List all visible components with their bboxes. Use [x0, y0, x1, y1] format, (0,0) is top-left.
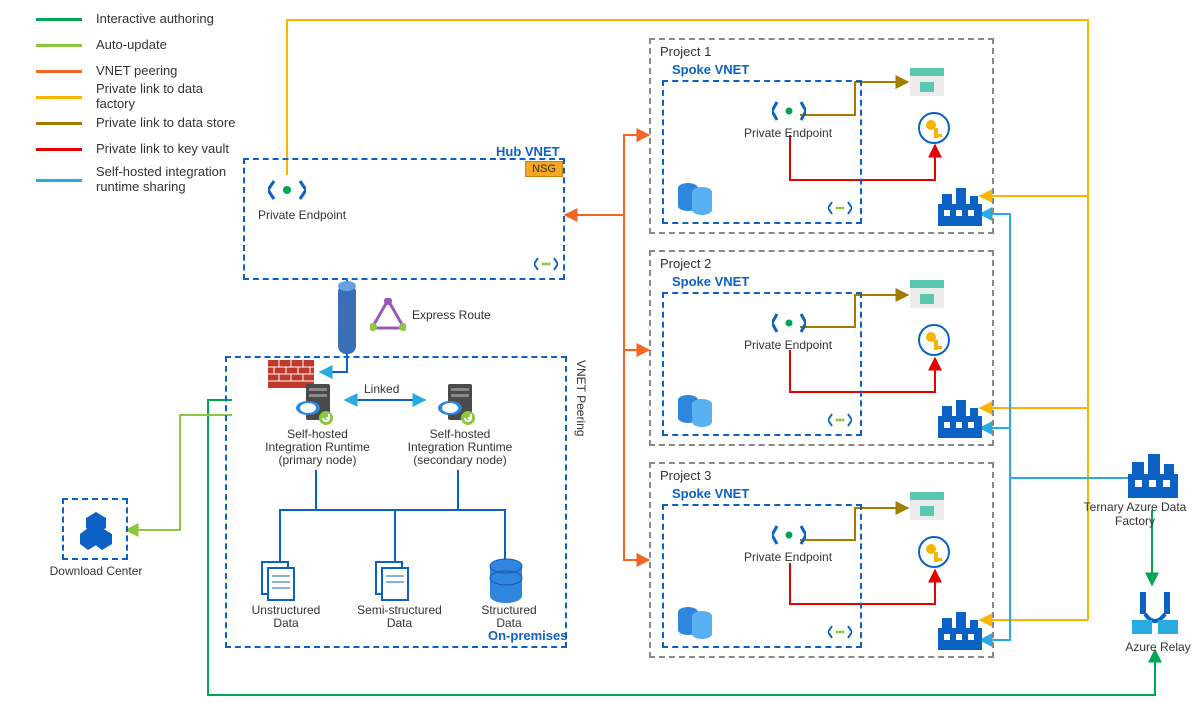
- project2-private-endpoint-icon: [772, 310, 806, 339]
- linked-label: Linked: [364, 382, 399, 396]
- vnet-icon: [534, 256, 558, 275]
- project1-title: Project 1: [660, 44, 711, 59]
- project2-vnet-icon: [828, 412, 852, 431]
- structured-data-icon: [486, 558, 526, 607]
- legend-item-private-link-keyvault: Private link to key vault: [36, 138, 236, 160]
- ternary-adf-label: Ternary Azure Data Factory: [1068, 500, 1202, 528]
- legend-item-private-link-store: Private link to data store: [36, 112, 236, 134]
- legend-item-vnet-peering: VNET peering: [36, 60, 236, 82]
- project1-adf-icon: [938, 186, 982, 229]
- project2-keyvault-icon: [918, 324, 950, 359]
- project2-storage-icon: [910, 280, 944, 311]
- semi-structured-data-icon: [372, 560, 416, 607]
- project2-pe-label: Private Endpoint: [738, 338, 838, 352]
- download-center-icon: [76, 510, 116, 553]
- project2-adf-icon: [938, 398, 982, 441]
- project3-title: Project 3: [660, 468, 711, 483]
- project2-db-icon: [676, 390, 714, 431]
- unstructured-data-icon: [258, 560, 302, 607]
- semi-structured-data-label: Semi-structured Data: [352, 604, 447, 630]
- express-route-label: Express Route: [412, 308, 491, 322]
- project3-spoke-title: Spoke VNET: [672, 486, 749, 501]
- download-center-label: Download Center: [46, 564, 146, 578]
- private-endpoint-icon: [268, 175, 306, 208]
- azure-relay-icon: [1130, 588, 1180, 641]
- project1-spoke-title: Spoke VNET: [672, 62, 749, 77]
- project3-vnet-icon: [828, 624, 852, 643]
- azure-relay-label: Azure Relay: [1118, 640, 1198, 654]
- project1-db-icon: [676, 178, 714, 219]
- project1-keyvault-icon: [918, 112, 950, 147]
- shir-secondary-label: Self-hostedIntegration Runtime(secondary…: [400, 428, 520, 468]
- hub-private-endpoint-label: Private Endpoint: [252, 208, 352, 222]
- shir-primary-icon: [296, 378, 340, 429]
- project1-vnet-icon: [828, 200, 852, 219]
- project2-spoke-title: Spoke VNET: [672, 274, 749, 289]
- project3-private-endpoint-icon: [772, 522, 806, 551]
- gateway-cylinder-icon: [338, 280, 356, 361]
- legend: Interactive authoring Auto-update VNET p…: [36, 8, 236, 200]
- project1-storage-icon: [910, 68, 944, 99]
- project3-keyvault-icon: [918, 536, 950, 571]
- vnet-peering-vertical-label: VNET Peering: [574, 360, 588, 436]
- project3-storage-icon: [910, 492, 944, 523]
- project1-private-endpoint-icon: [772, 98, 806, 127]
- legend-item-shir-sharing: Self-hosted integration runtime sharing: [36, 164, 236, 196]
- legend-item-interactive-authoring: Interactive authoring: [36, 8, 236, 30]
- hub-vnet-title: Hub VNET: [496, 144, 560, 159]
- legend-item-private-link-adf: Private link to data factory: [36, 86, 236, 108]
- structured-data-label: Structured Data: [474, 604, 544, 630]
- project2-title: Project 2: [660, 256, 711, 271]
- ternary-adf-icon: [1128, 454, 1178, 501]
- project1-pe-label: Private Endpoint: [738, 126, 838, 140]
- nsg-badge: NSG: [525, 161, 563, 177]
- shir-primary-label: Self-hostedIntegration Runtime(primary n…: [260, 428, 375, 468]
- project3-pe-label: Private Endpoint: [738, 550, 838, 564]
- project3-adf-icon: [938, 610, 982, 653]
- project3-db-icon: [676, 602, 714, 643]
- express-route-icon: [370, 298, 406, 337]
- shir-secondary-icon: [438, 378, 482, 429]
- unstructured-data-label: Unstructured Data: [246, 604, 326, 630]
- legend-item-auto-update: Auto-update: [36, 34, 236, 56]
